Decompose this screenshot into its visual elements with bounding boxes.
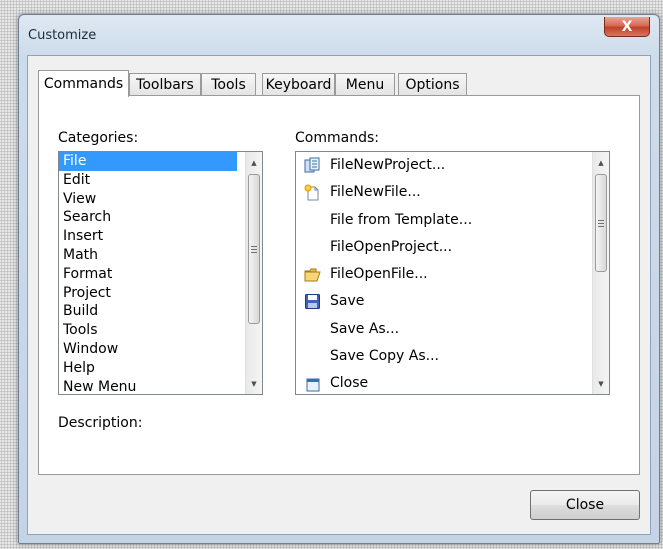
command-label: FileNewFile... [330, 184, 421, 201]
new-project-icon [304, 157, 321, 174]
command-item[interactable]: Save As... [296, 316, 472, 343]
customize-dialog: Customize X Commands Toolbars Tools Keyb… [18, 14, 660, 544]
command-item[interactable]: File from Template... [296, 207, 472, 234]
command-item[interactable]: FileNewProject... [296, 152, 472, 179]
tab-options[interactable]: Options [398, 73, 467, 96]
category-item[interactable]: Search [59, 208, 237, 227]
command-label: Save As... [330, 320, 400, 337]
floppy-disk-icon [304, 293, 321, 310]
command-item[interactable]: Save Copy As... [296, 343, 472, 370]
commands-scrollbar[interactable]: ▲ ▼ [592, 152, 609, 394]
category-item[interactable]: Project [59, 284, 237, 303]
command-item[interactable]: Save [296, 288, 472, 315]
commands-listbox[interactable]: FileNewProject... FileNewFile... File from… [295, 151, 610, 395]
command-label: Save Copy As... [330, 348, 439, 365]
command-label: FileOpenProject... [330, 238, 453, 255]
description-label: Description: [58, 415, 143, 431]
dialog-title: Customize [28, 28, 97, 43]
close-icon: X [621, 18, 633, 35]
open-folder-icon [304, 266, 321, 283]
categories-scrollbar[interactable]: ▲ ▼ [245, 152, 262, 394]
category-item[interactable]: Edit [59, 171, 237, 190]
categories-label: Categories: [58, 130, 139, 146]
category-item[interactable]: New Menu [59, 378, 237, 394]
category-item[interactable]: Math [59, 246, 237, 265]
category-item[interactable]: Format [59, 265, 237, 284]
close-document-icon [304, 375, 321, 392]
grip-icon [598, 219, 604, 227]
title-bar[interactable]: Customize X [19, 15, 659, 55]
category-item[interactable]: Build [59, 302, 237, 321]
command-label: Save [330, 293, 365, 310]
command-label: FileOpenFile... [330, 266, 428, 283]
close-button[interactable]: Close [530, 490, 640, 520]
new-file-icon [304, 184, 321, 201]
tab-toolbars[interactable]: Toolbars [129, 73, 201, 96]
title-close-button[interactable]: X [604, 17, 650, 37]
category-item[interactable]: File [59, 152, 237, 171]
command-item[interactable]: FileNewFile... [296, 179, 472, 206]
tab-keyboard[interactable]: Keyboard [262, 73, 335, 96]
grip-icon [251, 245, 257, 253]
scroll-thumb[interactable] [248, 174, 260, 324]
category-item[interactable]: Help [59, 359, 237, 378]
command-item[interactable]: Close [296, 370, 472, 394]
category-item[interactable]: Tools [59, 321, 237, 340]
commands-tab-panel: Categories: File Edit View Search Insert Math… [38, 95, 640, 475]
tab-tools[interactable]: Tools [201, 73, 256, 96]
tab-commands[interactable]: Commands [38, 70, 129, 97]
command-item[interactable]: FileOpenFile... [296, 261, 472, 288]
command-label: Close [330, 375, 369, 392]
dialog-client-area: Commands Toolbars Tools Keyboard Menu Op… [27, 55, 651, 535]
commands-label: Commands: [295, 130, 379, 146]
scroll-down-arrow-icon[interactable]: ▼ [246, 375, 262, 392]
scroll-up-arrow-icon[interactable]: ▲ [593, 154, 609, 171]
scroll-down-arrow-icon[interactable]: ▼ [593, 375, 609, 392]
categories-list: File Edit View Search Insert Math Format Projec… [59, 152, 237, 394]
scroll-up-arrow-icon[interactable]: ▲ [246, 154, 262, 171]
command-item[interactable]: FileOpenProject... [296, 234, 472, 261]
command-label: FileNewProject... [330, 157, 446, 173]
command-label: File from Template... [330, 211, 473, 228]
category-item[interactable]: Window [59, 340, 237, 359]
scroll-thumb[interactable] [595, 174, 607, 272]
category-item[interactable]: Insert [59, 227, 237, 246]
tab-menu[interactable]: Menu [335, 73, 395, 96]
commands-list: FileNewProject... FileNewFile... File from… [296, 152, 472, 394]
category-item[interactable]: View [59, 190, 237, 209]
categories-listbox[interactable]: File Edit View Search Insert Math Format Projec… [58, 151, 263, 395]
